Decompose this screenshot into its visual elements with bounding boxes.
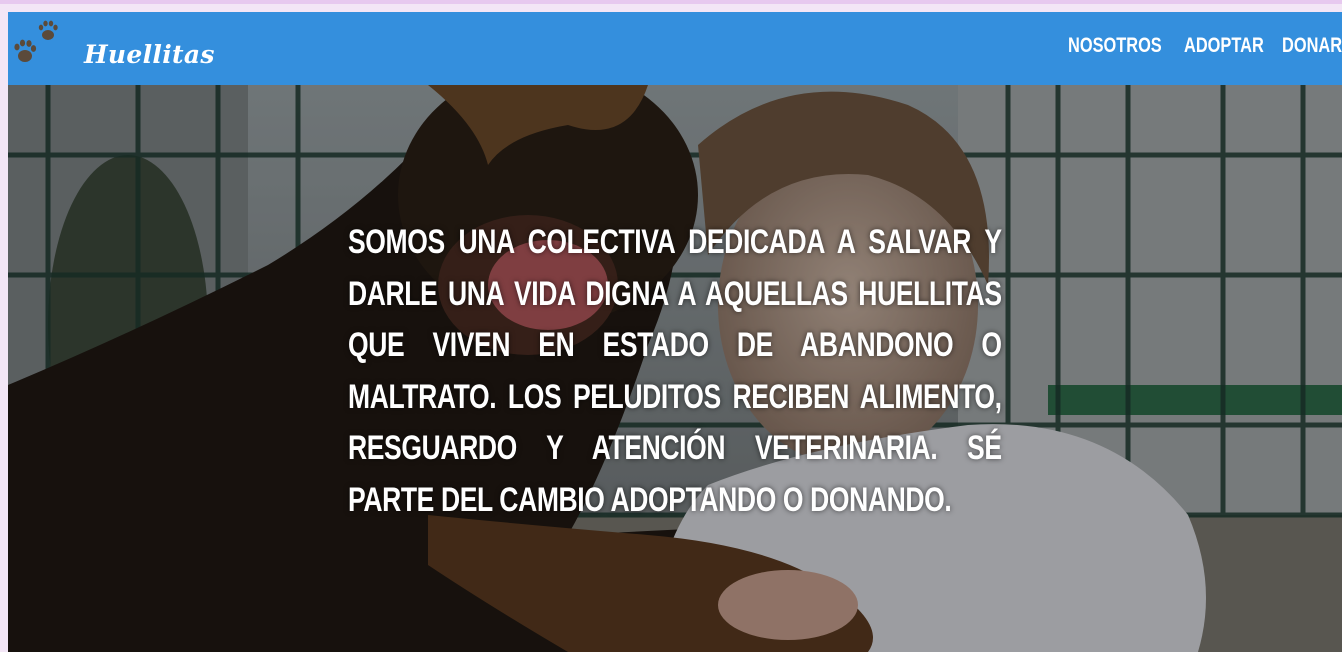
brand-name[interactable]: Huellitas — [84, 40, 215, 69]
nav-link-donar[interactable]: DONAR — [1282, 34, 1342, 58]
nav-link-nosotros[interactable]: NOSOTROS — [1068, 34, 1162, 58]
paw-prints-icon[interactable] — [12, 16, 64, 68]
page-frame: Huellitas NOSOTROS ADOPTAR DONAR SOMOS U… — [8, 12, 1342, 652]
hero-mission-text-content: SOMOS UNA COLECTIVA DEDICADA A SALVAR Y … — [348, 223, 1002, 519]
page-top-border — [0, 0, 1342, 4]
hero-mission-text: SOMOS UNA COLECTIVA DEDICADA A SALVAR Y … — [348, 217, 1002, 526]
navbar: Huellitas NOSOTROS ADOPTAR DONAR — [8, 12, 1342, 85]
nav-link-adoptar[interactable]: ADOPTAR — [1184, 34, 1264, 58]
hero-section: SOMOS UNA COLECTIVA DEDICADA A SALVAR Y … — [8, 85, 1342, 652]
